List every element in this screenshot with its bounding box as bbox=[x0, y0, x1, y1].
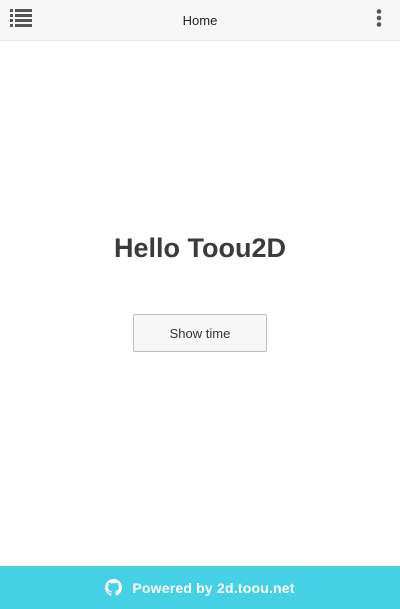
more-vertical-icon bbox=[376, 8, 382, 32]
show-time-button[interactable]: Show time bbox=[133, 314, 267, 352]
powered-by-footer[interactable]: Powered by 2d.toou.net bbox=[0, 566, 400, 609]
more-options-button[interactable] bbox=[366, 4, 392, 36]
main-content: Hello Toou2D Show time bbox=[0, 41, 400, 566]
github-icon bbox=[105, 579, 123, 596]
top-bar: Home bbox=[0, 0, 400, 41]
list-menu-icon bbox=[10, 8, 32, 32]
footer-link-text: Powered by 2d.toou.net bbox=[132, 579, 295, 596]
hello-heading: Hello Toou2D bbox=[114, 233, 286, 263]
page-title: Home bbox=[182, 13, 218, 28]
list-menu-button[interactable] bbox=[5, 4, 37, 36]
